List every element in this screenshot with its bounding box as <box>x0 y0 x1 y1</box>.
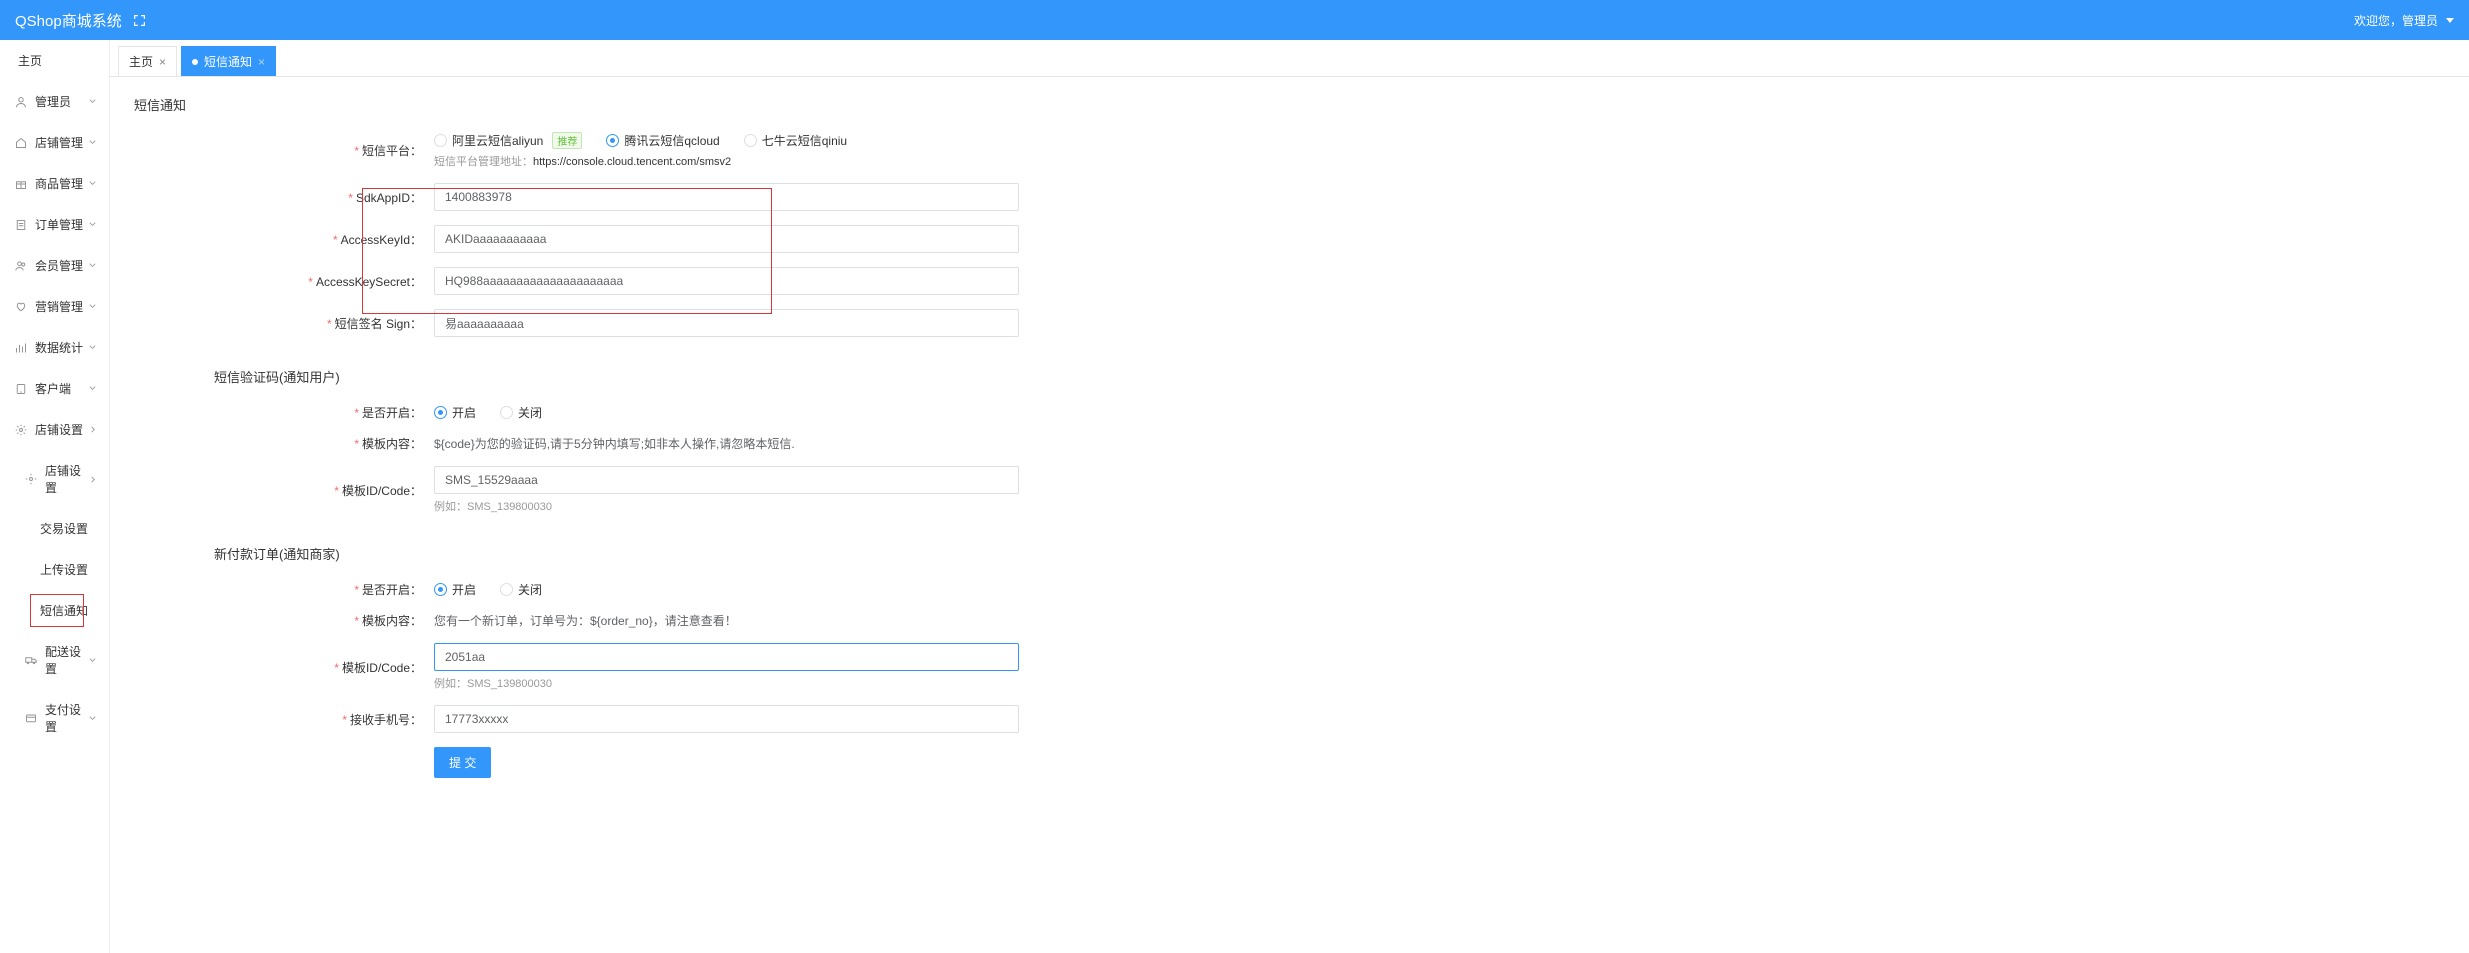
truck-icon <box>25 654 37 667</box>
hint-templateid2: 例如：SMS_139800030 <box>434 498 1019 514</box>
radio-enable2-off[interactable]: 关闭 <box>500 404 542 421</box>
member-icon <box>14 259 27 272</box>
sidebar-item-product[interactable]: 商品管理 <box>0 163 109 204</box>
hint-templateid3: 例如：SMS_139800030 <box>434 675 1019 691</box>
order-icon <box>14 218 27 231</box>
chevron-down-icon <box>87 384 97 394</box>
radio-group-platform: 阿里云短信aliyun 推荐 腾讯云短信qcloud 七牛云短信qiniu <box>434 132 1019 149</box>
user-icon <box>14 95 27 108</box>
chevron-down-icon <box>87 343 97 353</box>
close-icon[interactable]: × <box>258 55 265 69</box>
radio-enable3-off[interactable]: 关闭 <box>500 581 542 598</box>
gear-icon <box>14 423 27 436</box>
sidebar: 主页 管理员 店铺管理 商品管理 <box>0 40 110 953</box>
sidebar-sub-sms[interactable]: 短信通知 <box>0 590 109 631</box>
dot-icon <box>192 59 198 65</box>
chart-icon <box>14 341 27 354</box>
platform-hint: 短信平台管理地址：https://console.cloud.tencent.c… <box>434 153 1019 169</box>
sidebar-item-stats[interactable]: 数据统计 <box>0 327 109 368</box>
radio-icon <box>434 134 447 147</box>
sidebar-item-client[interactable]: 客户端 <box>0 368 109 409</box>
sidebar-item-order[interactable]: 订单管理 <box>0 204 109 245</box>
sidebar-item-admin[interactable]: 管理员 <box>0 81 109 122</box>
radio-checked-icon <box>434 406 447 419</box>
static-template3: 您有一个新订单，订单号为：${order_no}，请注意查看！ <box>434 612 1019 629</box>
input-templateid3[interactable] <box>434 643 1019 671</box>
tab-home[interactable]: 主页 × <box>118 46 177 76</box>
gear-icon <box>25 473 37 486</box>
wallet-icon <box>25 712 37 725</box>
chevron-down-icon <box>87 97 97 107</box>
sidebar-sub-payment[interactable]: 支付设置 <box>0 689 109 747</box>
chevron-down-icon <box>88 713 97 723</box>
gift-icon <box>14 177 27 190</box>
label-template3: *模板内容： <box>134 612 434 629</box>
label-templateid3: *模板ID/Code： <box>134 659 434 676</box>
section-title-verify: 短信验证码(通知用户) <box>214 367 2445 386</box>
heart-icon <box>14 300 27 313</box>
radio-enable3-on[interactable]: 开启 <box>434 581 476 598</box>
label-sdkappid: *SdkAppID： <box>134 189 434 206</box>
sidebar-item-shop[interactable]: 店铺管理 <box>0 122 109 163</box>
home-icon <box>14 136 27 149</box>
close-icon[interactable]: × <box>159 55 166 69</box>
app-header: QShop商城系统 欢迎您，管理员 <box>0 0 2469 40</box>
radio-enable2-on[interactable]: 开启 <box>434 404 476 421</box>
sidebar-home[interactable]: 主页 <box>0 40 109 81</box>
static-template2: ${code}为您的验证码,请于5分钟内填写;如非本人操作,请忽略本短信. <box>434 435 1019 452</box>
label-accesskeyid: *AccessKeyId： <box>134 231 434 248</box>
input-accesskeysecret[interactable] <box>434 267 1019 295</box>
radio-checked-icon <box>434 583 447 596</box>
chevron-down-icon <box>87 179 97 189</box>
sidebar-sub-delivery[interactable]: 配送设置 <box>0 631 109 689</box>
label-enable2: *是否开启： <box>134 404 434 421</box>
input-sdkappid[interactable] <box>434 183 1019 211</box>
app-title: QShop商城系统 <box>15 10 122 31</box>
fullscreen-icon[interactable] <box>132 12 148 28</box>
content-area: 短信通知 *短信平台： 阿里云短信aliyun 推荐 <box>110 77 2469 953</box>
tab-sms[interactable]: 短信通知 × <box>181 46 276 76</box>
label-phone: *接收手机号： <box>134 711 434 728</box>
client-icon <box>14 382 27 395</box>
radio-qiniu[interactable]: 七牛云短信qiniu <box>744 132 847 149</box>
label-sign: *短信签名 Sign： <box>134 315 434 332</box>
badge-recommend: 推荐 <box>552 132 582 149</box>
chevron-down-icon <box>88 655 97 665</box>
chevron-up-icon <box>87 425 97 435</box>
label-accesskeysecret: *AccessKeySecret： <box>134 273 434 290</box>
label-template2: *模板内容： <box>134 435 434 452</box>
label-enable3: *是否开启： <box>134 581 434 598</box>
input-templateid2[interactable] <box>434 466 1019 494</box>
sidebar-sub-shop-settings[interactable]: 店铺设置 <box>0 450 109 508</box>
sidebar-sub-trade[interactable]: 交易设置 <box>0 508 109 549</box>
radio-checked-icon <box>606 134 619 147</box>
chevron-down-icon <box>87 302 97 312</box>
chevron-down-icon <box>87 261 97 271</box>
input-phone[interactable] <box>434 705 1019 733</box>
chevron-down-icon <box>87 138 97 148</box>
sidebar-item-member[interactable]: 会员管理 <box>0 245 109 286</box>
sidebar-sub-upload[interactable]: 上传设置 <box>0 549 109 590</box>
chevron-up-icon <box>88 474 97 484</box>
welcome-text: 欢迎您，管理员 <box>2354 12 2438 29</box>
radio-icon <box>500 583 513 596</box>
user-menu[interactable]: 欢迎您，管理员 <box>2354 12 2454 29</box>
submit-button[interactable]: 提 交 <box>434 747 491 778</box>
chevron-down-icon <box>87 220 97 230</box>
label-templateid2: *模板ID/Code： <box>134 482 434 499</box>
input-accesskeyid[interactable] <box>434 225 1019 253</box>
radio-aliyun[interactable]: 阿里云短信aliyun 推荐 <box>434 132 582 149</box>
sidebar-item-marketing[interactable]: 营销管理 <box>0 286 109 327</box>
radio-qcloud[interactable]: 腾讯云短信qcloud <box>606 132 719 149</box>
radio-icon <box>744 134 757 147</box>
radio-icon <box>500 406 513 419</box>
section-title-neworder: 新付款订单(通知商家) <box>214 544 2445 563</box>
caret-down-icon <box>2446 18 2454 23</box>
section-title-sms: 短信通知 <box>134 95 2445 114</box>
tab-bar: 主页 × 短信通知 × <box>110 40 2469 77</box>
sidebar-item-shop-settings[interactable]: 店铺设置 <box>0 409 109 450</box>
input-sign[interactable] <box>434 309 1019 337</box>
label-platform: *短信平台： <box>134 142 434 159</box>
